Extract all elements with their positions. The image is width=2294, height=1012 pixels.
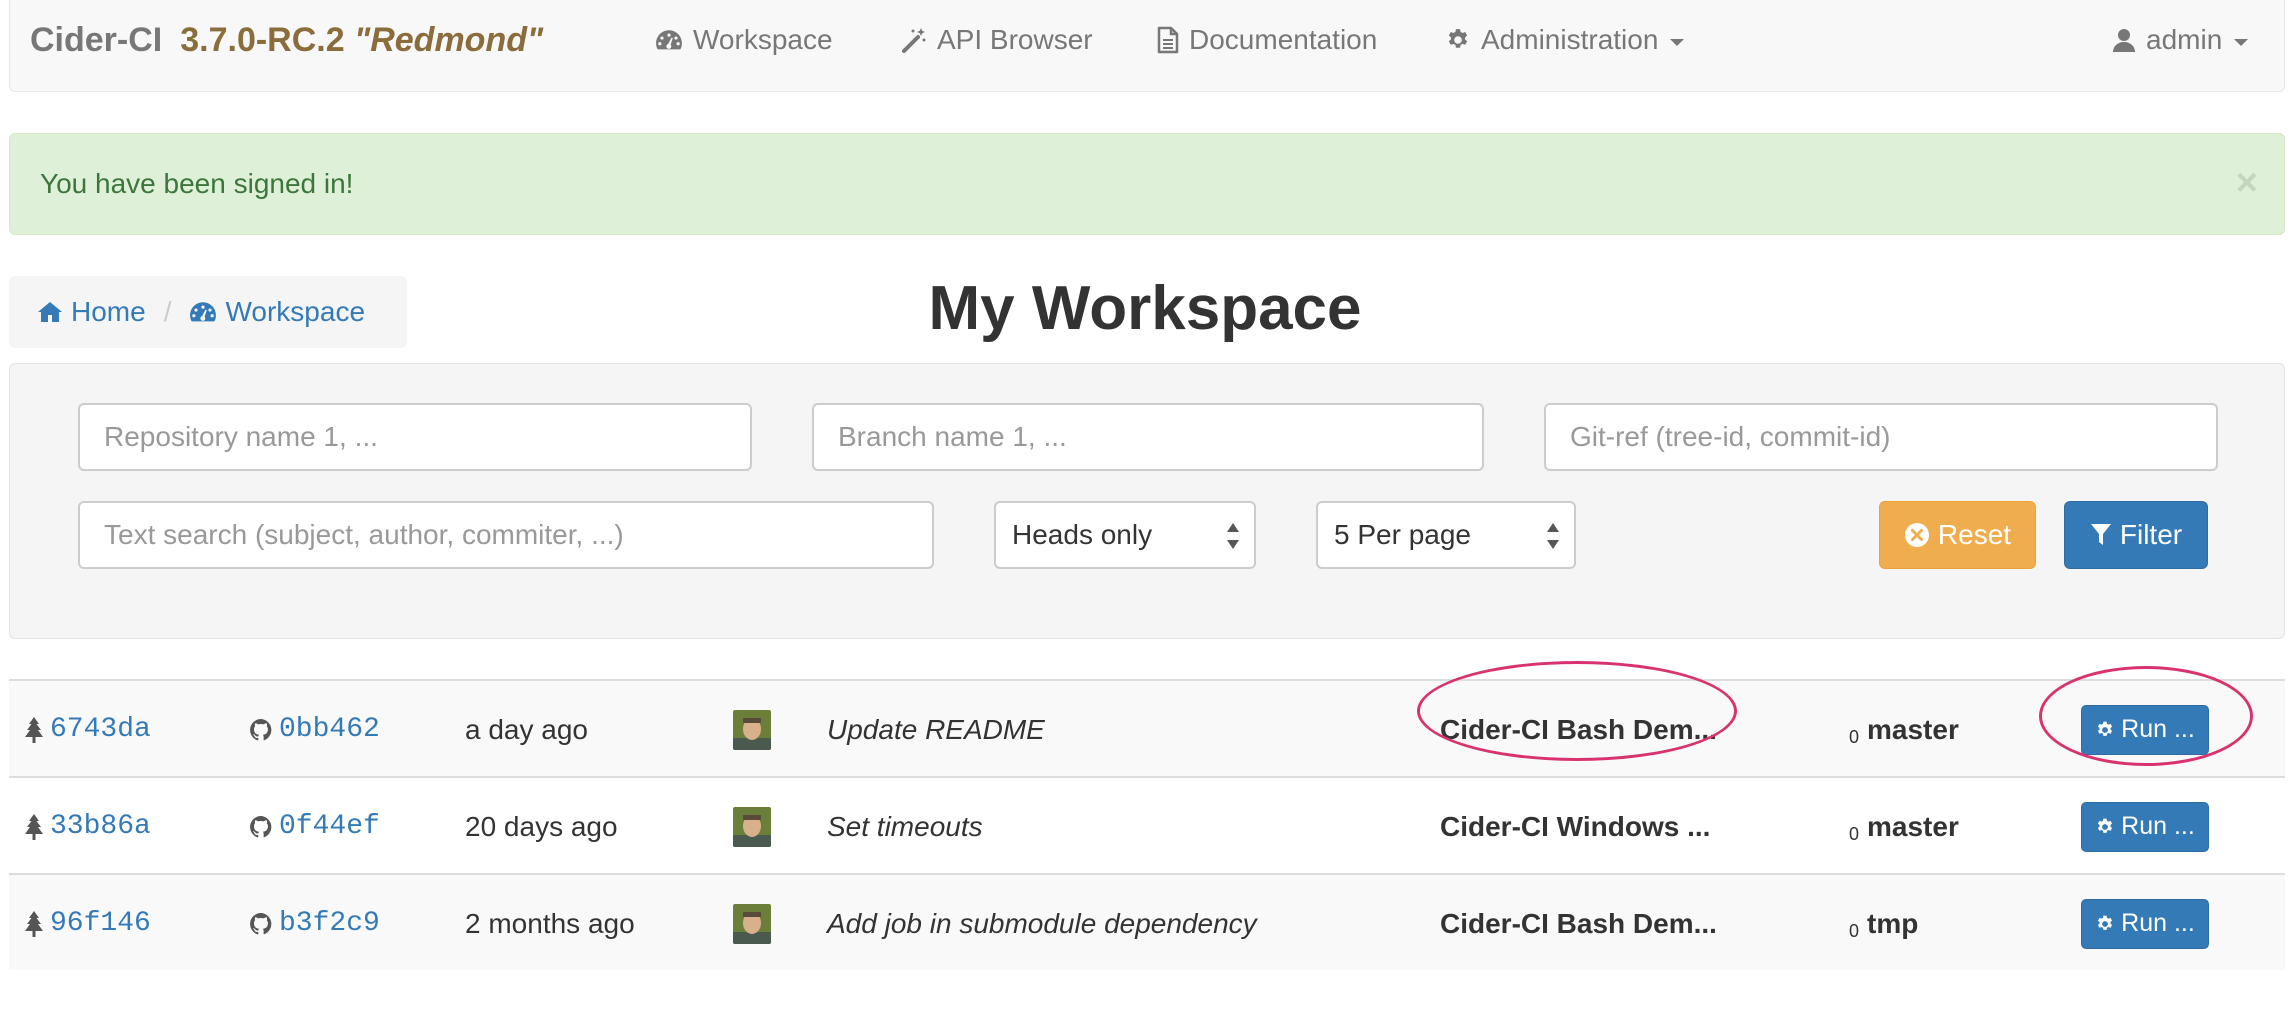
author-avatar: [733, 778, 771, 875]
avatar: [733, 709, 771, 750]
avatar: [733, 806, 771, 847]
tree-id-link[interactable]: 96f146: [24, 875, 151, 972]
nav-api-browser[interactable]: API Browser: [901, 0, 1093, 80]
run-button[interactable]: Run ...: [2081, 801, 2209, 852]
breadcrumb-workspace-label: Workspace: [225, 296, 366, 327]
breadcrumb: Home / Workspace: [9, 276, 407, 348]
github-icon: [249, 718, 273, 742]
tree-id-link[interactable]: 33b86a: [24, 778, 151, 875]
run-button[interactable]: Run ...: [2081, 704, 2209, 755]
breadcrumb-separator: /: [163, 296, 172, 327]
chevron-down-icon: [1670, 38, 1685, 46]
user-icon: [2113, 29, 2135, 52]
commit-time: 20 days ago: [465, 810, 618, 842]
home-icon: [38, 302, 62, 322]
branch-name: 0 tmp: [1849, 907, 1919, 942]
dashboard-icon: [655, 29, 683, 51]
commit-time: a day ago: [465, 713, 588, 745]
run-cell: Run ...: [2081, 875, 2209, 972]
git-ref-input[interactable]: Git-ref (tree-id, commit-id): [1544, 403, 2218, 471]
tree-icon: [24, 717, 44, 743]
per-page-select[interactable]: 5 Per page: [1316, 501, 1576, 569]
reset-button[interactable]: Reset: [1879, 501, 2036, 569]
commit-time: 2 months ago: [465, 907, 635, 939]
commit-subject: Add job in submodule dependency: [827, 907, 1257, 939]
author-avatar: [733, 681, 771, 778]
nav-administration[interactable]: Administration: [1445, 0, 1685, 80]
branch-name: 0 master: [1849, 713, 1959, 748]
close-icon[interactable]: ×: [2236, 164, 2258, 202]
gear-icon: [2095, 720, 2115, 740]
tree-icon: [24, 911, 44, 937]
commit-subject: Set timeouts: [827, 810, 983, 842]
github-icon: [249, 815, 273, 839]
tree-id-link[interactable]: 6743da: [24, 681, 151, 778]
avatar: [733, 903, 771, 944]
commit-id-link[interactable]: 0bb462: [249, 681, 380, 778]
tree-icon: [24, 814, 44, 840]
user-menu[interactable]: admin: [2112, 0, 2249, 80]
project-link[interactable]: Cider-CI Bash Dem...: [1440, 681, 1717, 778]
nav-workspace[interactable]: Workspace: [655, 0, 833, 80]
select-arrows-icon: [1547, 523, 1559, 549]
project-link[interactable]: Cider-CI Windows ...: [1440, 778, 1710, 875]
chevron-down-icon: [2234, 38, 2249, 46]
nav-documentation-label: Documentation: [1189, 24, 1378, 55]
brand[interactable]: Cider-CI 3.7.0-RC.2 "Redmond": [30, 0, 543, 80]
author-avatar: [733, 875, 771, 972]
gear-icon: [2095, 914, 2115, 934]
branch-name: 0 master: [1849, 810, 1959, 845]
run-cell: Run ...: [2081, 681, 2209, 778]
select-arrows-icon: [1227, 523, 1239, 549]
table-row: 6743da 0bb462 a day ago Update README Ci…: [9, 679, 2285, 776]
commit-id-link[interactable]: 0f44ef: [249, 778, 380, 875]
heads-only-select[interactable]: Heads only: [994, 501, 1256, 569]
nav-api-browser-label: API Browser: [937, 24, 1093, 55]
run-cell: Run ...: [2081, 778, 2209, 875]
times-circle-icon: [1904, 523, 1929, 547]
commit-id-link[interactable]: b3f2c9: [249, 875, 380, 972]
version-label: 3.7.0-RC.2 "Redmond": [180, 20, 544, 59]
text-search-input[interactable]: Text search (subject, author, commiter, …: [78, 501, 934, 569]
file-icon: [1157, 26, 1179, 54]
magic-wand-icon: [902, 28, 926, 53]
breadcrumb-home[interactable]: Home: [37, 296, 146, 328]
alert-message: You have been signed in!: [40, 168, 354, 199]
run-button[interactable]: Run ...: [2081, 898, 2209, 949]
filter-button[interactable]: Filter: [2064, 501, 2208, 569]
breadcrumb-workspace[interactable]: Workspace: [189, 296, 365, 328]
brand-name: Cider-CI: [30, 20, 163, 59]
table-row: 96f146 b3f2c9 2 months ago Add job in su…: [9, 873, 2285, 970]
gear-icon: [2095, 817, 2115, 837]
commit-subject: Update README: [827, 713, 1045, 745]
nav-documentation[interactable]: Documentation: [1157, 0, 1377, 80]
filter-icon: [2090, 524, 2111, 545]
github-icon: [249, 912, 273, 936]
breadcrumb-home-label: Home: [71, 296, 146, 327]
nav-administration-label: Administration: [1481, 24, 1659, 55]
project-link[interactable]: Cider-CI Bash Dem...: [1440, 875, 1717, 972]
success-alert: You have been signed in! ×: [9, 133, 2285, 235]
table-row: 33b86a 0f44ef 20 days ago Set timeouts C…: [9, 776, 2285, 873]
gear-icon: [1445, 27, 1471, 53]
dashboard-icon: [189, 301, 217, 323]
nav-workspace-label: Workspace: [693, 24, 833, 55]
user-menu-label: admin: [2146, 24, 2223, 55]
repository-name-input[interactable]: Repository name 1, ...: [78, 403, 752, 471]
branch-name-input[interactable]: Branch name 1, ...: [812, 403, 1484, 471]
